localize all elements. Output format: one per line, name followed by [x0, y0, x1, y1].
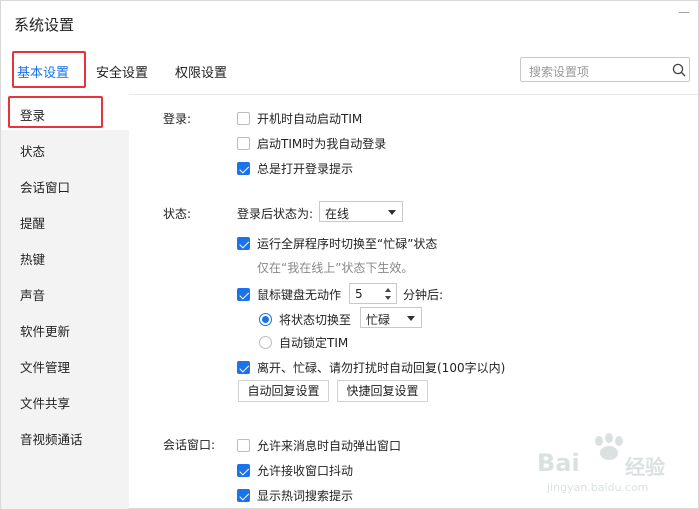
fullscreen-hint: 仅在“我在线上”状态下生效。 — [257, 261, 414, 275]
after-login-status-label: 登录后状态为: — [237, 207, 314, 221]
option-label: 运行全屏程序时切换至“忙碌”状态 — [257, 237, 438, 251]
auto-reply-settings-button[interactable]: 自动回复设置 — [238, 380, 329, 402]
sidebar-item-session-window[interactable]: 会话窗口 — [20, 177, 70, 196]
option-label: 自动锁定TIM — [279, 336, 349, 350]
checkbox-checked[interactable] — [237, 464, 250, 477]
option-idle[interactable]: 鼠标键盘无动作 — [237, 286, 341, 303]
chevron-down-icon — [407, 316, 415, 321]
option-label: 开机时自动启动TIM — [257, 112, 363, 126]
chevron-down-icon — [388, 210, 396, 215]
sidebar-item-file-management[interactable]: 文件管理 — [20, 357, 70, 376]
radio-selected[interactable] — [259, 313, 272, 326]
option-label: 总是打开登录提示 — [257, 162, 354, 176]
option-hot-search[interactable]: 显示热词搜索提示 — [237, 487, 353, 504]
sidebar-item-av-call[interactable]: 音视频通话 — [20, 429, 83, 448]
chevron-up-icon[interactable] — [385, 288, 391, 292]
option-label: 启动TIM时为我自动登录 — [257, 137, 387, 151]
radio-switch-status[interactable]: 将状态切换至 — [259, 311, 351, 328]
checkbox[interactable] — [237, 439, 250, 452]
sidebar-item-reminder[interactable]: 提醒 — [20, 213, 45, 232]
quick-reply-settings-button[interactable]: 快捷回复设置 — [337, 380, 428, 402]
radio-auto-lock[interactable]: 自动锁定TIM — [259, 334, 348, 351]
idle-status-select[interactable]: 忙碌 — [360, 307, 422, 328]
checkbox-checked[interactable] — [237, 489, 250, 502]
search-icon[interactable] — [672, 63, 686, 77]
option-fullscreen-busy[interactable]: 运行全屏程序时切换至“忙碌”状态 — [237, 235, 437, 252]
minimize-button[interactable]: — — [672, 1, 696, 23]
watermark-text: Bai — [537, 449, 580, 477]
option-login-prompt[interactable]: 总是打开登录提示 — [237, 160, 353, 177]
select-value: 忙碌 — [366, 313, 391, 327]
checkbox[interactable] — [237, 137, 250, 150]
sidebar-item-file-sharing[interactable]: 文件共享 — [20, 393, 70, 412]
checkbox-checked[interactable] — [237, 162, 250, 175]
checkbox-checked[interactable] — [237, 237, 250, 250]
option-label: 显示热词搜索提示 — [257, 489, 354, 503]
option-label: 鼠标键盘无动作 — [257, 288, 342, 302]
search-input[interactable]: 搜索设置项 — [520, 57, 690, 82]
sidebar-item-login[interactable]: 登录 — [20, 105, 45, 124]
after-login-status-select[interactable]: 在线 — [319, 201, 403, 222]
sidebar-item-sound[interactable]: 声音 — [20, 285, 45, 304]
chevron-down-icon[interactable] — [385, 296, 391, 300]
checkbox-checked[interactable] — [237, 288, 250, 301]
option-label: 允许来消息时自动弹出窗口 — [257, 439, 402, 453]
tab-security-settings[interactable]: 安全设置 — [96, 62, 148, 81]
checkbox-checked[interactable] — [237, 361, 250, 374]
option-label: 将状态切换至 — [279, 313, 352, 327]
radio[interactable] — [259, 336, 272, 349]
option-label: 允许接收窗口抖动 — [257, 464, 354, 478]
baidu-watermark: Bai 经验 jingyan.baidu.com — [537, 431, 687, 501]
option-auto-start[interactable]: 开机时自动启动TIM — [237, 110, 362, 127]
settings-window: 系统设置 — 基本设置 安全设置 权限设置 搜索设置项 登录 状态 会话窗口 提… — [0, 0, 699, 509]
tab-basic-settings[interactable]: 基本设置 — [17, 62, 69, 81]
sidebar-item-hotkey[interactable]: 热键 — [20, 249, 45, 268]
option-auto-login[interactable]: 启动TIM时为我自动登录 — [237, 135, 386, 152]
section-label-status: 状态: — [163, 207, 192, 221]
option-label: 离开、忙碌、请勿打扰时自动回复(100字以内) — [257, 361, 506, 375]
idle-minutes-stepper[interactable]: 5 — [349, 283, 397, 304]
option-auto-reply[interactable]: 离开、忙碌、请勿打扰时自动回复(100字以内) — [237, 359, 505, 376]
select-value: 在线 — [325, 207, 350, 221]
sidebar: 登录 状态 会话窗口 提醒 热键 声音 软件更新 文件管理 文件共享 音视频通话 — [1, 94, 129, 509]
window-title: 系统设置 — [14, 16, 75, 34]
section-label-login: 登录: — [163, 112, 192, 126]
option-window-shake[interactable]: 允许接收窗口抖动 — [237, 462, 353, 479]
tab-permission-settings[interactable]: 权限设置 — [175, 62, 227, 81]
sidebar-item-status[interactable]: 状态 — [20, 141, 45, 160]
sidebar-item-software-update[interactable]: 软件更新 — [20, 321, 70, 340]
section-label-session: 会话窗口: — [163, 438, 216, 452]
watermark-text: 经验 — [625, 455, 665, 479]
checkbox[interactable] — [237, 112, 250, 125]
search-placeholder: 搜索设置项 — [529, 65, 590, 79]
idle-suffix: 分钟后: — [403, 288, 444, 302]
option-auto-popup[interactable]: 允许来消息时自动弹出窗口 — [237, 437, 401, 454]
watermark-url: jingyan.baidu.com — [547, 481, 649, 494]
stepper-value: 5 — [355, 287, 363, 301]
